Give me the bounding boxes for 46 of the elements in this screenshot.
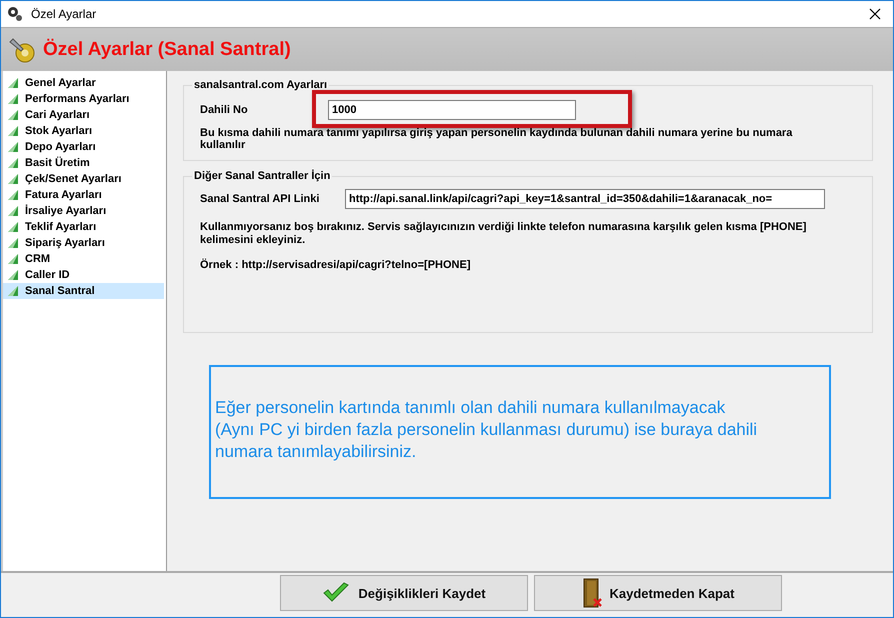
example-text: Örnek : http://servisadresi/api/cagri?telno=[PHONE] [200, 259, 472, 272]
sidebar-item[interactable]: Teklif Ayarları [3, 219, 164, 235]
triangle-icon [7, 109, 19, 121]
sidebar-item[interactable]: Basit Üretim [3, 155, 164, 171]
close-without-saving-button[interactable]: Kaydetmeden Kapat [534, 575, 782, 611]
triangle-icon [7, 189, 19, 201]
triangle-icon [7, 237, 19, 249]
note-box: Eğer personelin kartında tanımlı olan dahili numara kullanılmayacak (Aynı PC yi birden fazla personelin kullanması durumu) ise buraya dahili numara tanımlayabilirsiniz. [209, 365, 831, 499]
triangle-icon [7, 77, 19, 89]
field-label: Dahili No [200, 104, 249, 116]
triangle-icon [7, 253, 19, 265]
sidebar-item[interactable]: Stok Ayarları [3, 123, 164, 139]
checkmark-icon [322, 582, 350, 604]
triangle-icon [7, 285, 19, 297]
help-text: Kullanmıyorsanız boş bırakınız. Servis sağlayıcınızın verdiği linkte telefon numarasına karşılık gelen kısma [PHONE] kelimesini ekleyiniz. [200, 221, 808, 247]
page-title: Özel Ayarlar (Sanal Santral) [43, 38, 291, 60]
extension-field[interactable]: 1000 [328, 100, 576, 120]
window-title: Özel Ayarlar [31, 7, 98, 21]
sidebar-item[interactable]: Fatura Ayarları [3, 187, 164, 203]
sidebar-item[interactable]: Genel Ayarlar [3, 75, 164, 91]
triangle-icon [7, 269, 19, 281]
sidebar-item[interactable]: Depo Ayarları [3, 139, 164, 155]
group-legend: Diğer Sanal Santraller İçin [192, 170, 332, 182]
sidebar-item[interactable]: Sipariş Ayarları [3, 235, 164, 251]
sidebar-item[interactable]: Caller ID [3, 267, 164, 283]
sidebar-item[interactable]: Cari Ayarları [3, 107, 164, 123]
door-icon [582, 578, 602, 608]
api-link-field[interactable]: http://api.sanal.link/api/cagri?api_key=1&santral_id=350&dahili=1&aranacak_no= [345, 189, 825, 209]
sidebar-item[interactable]: İrsaliye Ayarları [3, 203, 164, 219]
triangle-icon [7, 221, 19, 233]
app-icon [7, 6, 23, 22]
help-text: Bu kısma dahili numara tanımı yapılırsa giriş yapan personelin kaydında bulunan dahili numara yerine bu numara kullanılır [200, 127, 794, 151]
triangle-icon [7, 93, 19, 105]
close-icon[interactable] [869, 8, 881, 20]
triangle-icon [7, 205, 19, 217]
sidebar-item[interactable]: Çek/Senet Ayarları [3, 171, 164, 187]
field-label: Sanal Santral API Linki [200, 193, 320, 205]
sidebar-item[interactable]: CRM [3, 251, 164, 267]
sidebar-item[interactable]: Performans Ayarları [3, 91, 164, 107]
save-button[interactable]: Değişiklikleri Kaydet [280, 575, 528, 611]
triangle-icon [7, 157, 19, 169]
triangle-icon [7, 173, 19, 185]
triangle-icon [7, 141, 19, 153]
triangle-icon [7, 125, 19, 137]
sidebar-item[interactable]: Sanal Santral [3, 283, 164, 299]
group-legend: sanalsantral.com Ayarları [192, 79, 330, 91]
